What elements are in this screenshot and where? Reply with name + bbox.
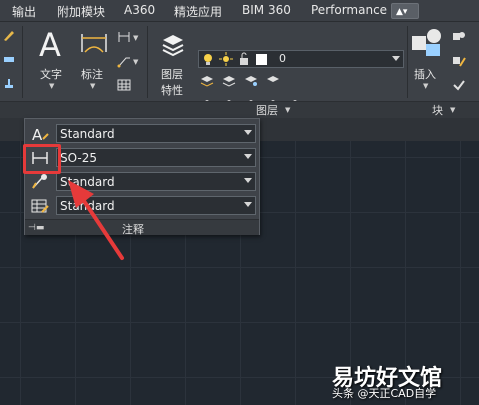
text-button-label[interactable]: 文字 (40, 66, 62, 82)
attribute-check-icon[interactable] (452, 78, 466, 92)
layer-tool-icon[interactable] (200, 74, 214, 88)
create-block-icon[interactable] (452, 30, 466, 44)
dimension-small-icon[interactable] (117, 30, 131, 44)
insert-button-label[interactable]: 插入 (414, 66, 436, 82)
red-arrow-annotation (68, 180, 124, 260)
chevron-down-icon[interactable]: ▼ (450, 106, 455, 114)
ribbon-panel-bar: 图层 ▼ 块 ▼ (0, 101, 479, 118)
layer-tool-icon[interactable] (244, 74, 258, 88)
linear-dimension-icon[interactable] (79, 30, 109, 56)
color-swatch (256, 54, 267, 65)
chevron-down-icon[interactable]: ▼ (133, 34, 138, 42)
dimension-button-label[interactable]: 标注 (81, 66, 103, 82)
ribbon-separator (22, 26, 23, 98)
tab-output[interactable]: 输出 (12, 3, 36, 20)
chevron-down-icon (244, 154, 252, 159)
text-style-row: A Standard (25, 122, 261, 144)
layer-dropdown[interactable]: 0 (198, 50, 404, 68)
lightbulb-icon (204, 54, 212, 65)
sun-icon (219, 52, 233, 66)
pin-icon[interactable]: ⊣▬ (28, 223, 44, 233)
stamp-icon[interactable] (2, 76, 16, 90)
svg-text:A: A (39, 26, 61, 60)
layer-properties-icon[interactable] (160, 32, 186, 58)
tab-addins[interactable]: 附加模块 (57, 3, 105, 20)
tab-performance[interactable]: Performance (311, 3, 387, 17)
text-style-icon: A (32, 126, 49, 143)
chevron-down-icon (244, 178, 252, 183)
layer-tool-icon[interactable] (222, 74, 236, 88)
edit-block-icon[interactable] (452, 54, 466, 68)
pencil-icon[interactable] (2, 28, 16, 42)
highlight-box (23, 144, 61, 174)
ribbon-tab-bar: 输出 附加模块 A360 精选应用 BIM 360 Performance ▲▾ (0, 0, 479, 22)
chevron-down-icon (392, 56, 400, 61)
tab-a360[interactable]: A360 (124, 3, 155, 17)
layer-properties-label-2[interactable]: 特性 (161, 82, 183, 98)
leader-icon[interactable] (117, 54, 131, 68)
chevron-down-icon (244, 130, 252, 135)
eraser-icon[interactable] (2, 52, 16, 66)
chevron-down-icon (244, 202, 252, 207)
chevron-down-icon[interactable]: ▼ (285, 106, 290, 114)
table-style-icon (31, 199, 49, 213)
layer-tool-icon[interactable] (266, 74, 280, 88)
layer-dropdown-value: 0 (279, 52, 286, 65)
chevron-down-icon[interactable]: ▼ (49, 82, 54, 90)
insert-block-icon[interactable] (410, 26, 444, 58)
block-panel-title[interactable]: 块 (432, 102, 443, 118)
ribbon-display-toggle-button[interactable]: ▲▾ (391, 3, 419, 19)
layer-properties-label-1[interactable]: 图层 (161, 66, 183, 82)
ribbon-separator (407, 26, 408, 98)
layers-panel-title[interactable]: 图层 (256, 102, 278, 118)
watermark-subtitle: 头条 @天正CAD自学 (332, 387, 437, 400)
chevron-down-icon[interactable]: ▼ (133, 58, 138, 66)
text-big-a-icon[interactable]: A (38, 26, 66, 60)
ribbon-separator (147, 26, 148, 98)
tab-featured-apps[interactable]: 精选应用 (174, 3, 222, 20)
chevron-down-icon[interactable]: ▼ (90, 82, 95, 90)
tab-bim360[interactable]: BIM 360 (242, 3, 291, 17)
unlock-icon (240, 52, 248, 65)
svg-text:A: A (32, 126, 43, 143)
text-style-value: Standard (60, 127, 115, 141)
multileader-style-icon (32, 174, 47, 189)
text-style-dropdown[interactable]: Standard (56, 124, 256, 143)
dimension-style-value: SO-25 (60, 151, 97, 165)
chevron-up-icon: ▲▾ (396, 7, 408, 17)
table-icon[interactable] (117, 78, 131, 92)
chevron-down-icon[interactable]: ▼ (423, 82, 428, 90)
dimension-style-dropdown[interactable]: SO-25 (56, 148, 256, 167)
